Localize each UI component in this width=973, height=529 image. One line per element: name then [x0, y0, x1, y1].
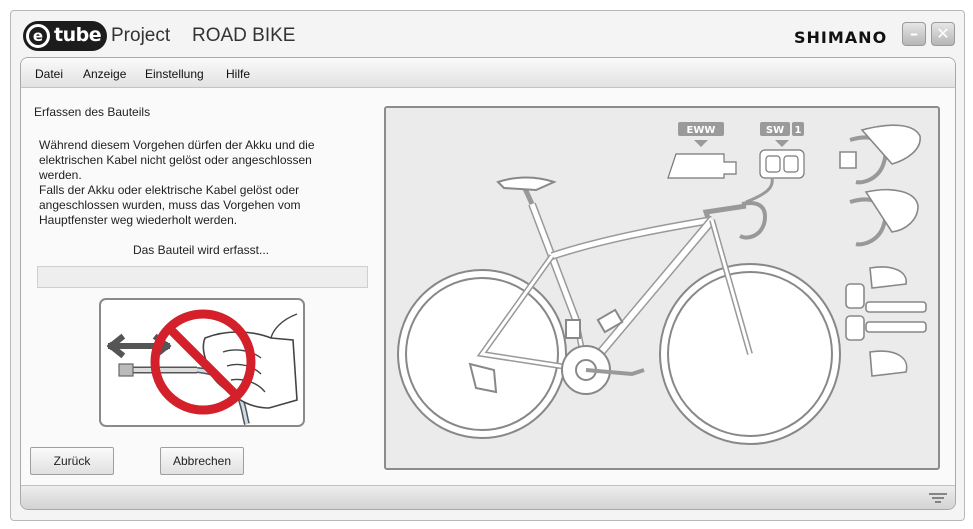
- sw-count: 1: [795, 125, 802, 136]
- info-line: angeschlossen wurden, muss das Vorgehen …: [39, 198, 301, 212]
- close-button[interactable]: ✕: [931, 22, 955, 46]
- info-line: Während diesem Vorgehen dürfen der Akku …: [39, 138, 315, 152]
- menu-hilfe[interactable]: Hilfe: [226, 67, 250, 81]
- close-icon: ✕: [936, 24, 950, 43]
- sw-label: SW: [766, 125, 784, 136]
- app-title: Project: [111, 25, 171, 46]
- menu-anzeige[interactable]: Anzeige: [83, 67, 126, 81]
- menu-einstellung[interactable]: Einstellung: [145, 67, 204, 81]
- bike-type-label: ROAD BIKE: [192, 25, 296, 46]
- title-bar: e tube Project ROAD BIKE SHIMANO – ✕: [11, 11, 964, 61]
- info-line: Falls der Akku oder elektrische Kabel ge…: [39, 183, 300, 197]
- info-line: Hauptfenster weg wiederholt werden.: [39, 213, 238, 227]
- cancel-button[interactable]: Abbrechen: [160, 447, 244, 475]
- bike-diagram: EWW SW 1: [384, 106, 940, 470]
- progress-bar: [37, 266, 368, 288]
- status-text: Das Bauteil wird erfasst...: [132, 243, 270, 257]
- main-panel: Datei Anzeige Einstellung Hilfe Erfassen…: [20, 57, 956, 510]
- no-disconnect-cable-icon: [106, 309, 298, 425]
- logo-tube: tube: [54, 24, 102, 46]
- info-line: elektrischen Kabel nicht gelöst oder ang…: [39, 153, 312, 167]
- eww-junction: EWW: [667, 122, 737, 179]
- shifter-levers-icon: [839, 124, 921, 247]
- etube-logo: e tube: [23, 21, 107, 51]
- application-window: e tube Project ROAD BIKE SHIMANO – ✕ Dat…: [10, 10, 965, 521]
- status-bar: [21, 485, 955, 509]
- back-button[interactable]: Zurück: [30, 447, 114, 475]
- warning-illustration: [99, 298, 305, 427]
- resize-grip-icon[interactable]: [929, 493, 947, 505]
- flat-bar-switches-icon: [845, 266, 927, 377]
- logo-e: e: [26, 24, 50, 48]
- road-bike-icon: [397, 176, 841, 445]
- info-text: Während diesem Vorgehen dürfen der Akku …: [39, 138, 359, 228]
- shimano-brand: SHIMANO: [794, 28, 888, 47]
- minimize-button[interactable]: –: [902, 22, 926, 46]
- minimize-icon: –: [910, 24, 918, 43]
- menu-datei[interactable]: Datei: [35, 67, 63, 81]
- eww-label: EWW: [687, 125, 716, 136]
- info-line: werden.: [39, 168, 82, 182]
- section-title: Erfassen des Bauteils: [34, 105, 151, 119]
- menu-bar: Datei Anzeige Einstellung Hilfe: [21, 58, 955, 88]
- sw-switch: SW 1: [759, 122, 805, 179]
